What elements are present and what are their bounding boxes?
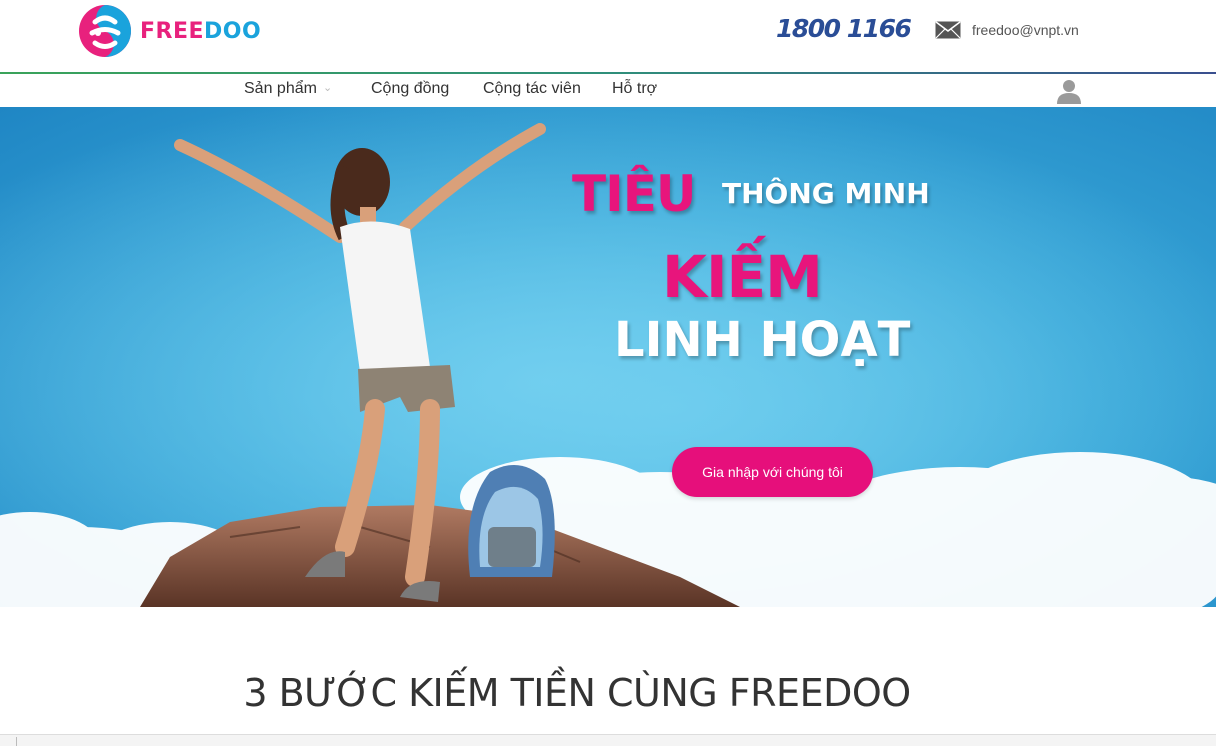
divider [16,737,17,746]
main-nav: Sản phẩm ⌄ Cộng đồng Cộng tác viên Hỗ trợ [0,74,1216,107]
nav-item-collaborators[interactable]: Cộng tác viên [483,80,581,98]
hero-headline-linh-hoat: LINH HOẠT [614,312,911,368]
hero-headline-kiem: KIẾM [662,243,823,311]
nav-item-support[interactable]: Hỗ trợ [612,80,657,98]
freedoo-logo-icon [79,5,131,57]
hero-headline-thong-minh: THÔNG MINH [722,177,930,210]
nav-item-label: Sản phẩm [244,80,317,97]
join-us-button[interactable]: Gia nhập với chúng tôi [672,447,873,497]
envelope-icon [935,21,961,39]
hotline-number[interactable]: 1800 1166 [776,14,912,43]
top-header: FREEDOO 1800 1166 freedoo@vnpt.vn [0,0,1216,72]
nav-item-products[interactable]: Sản phẩm ⌄ [244,80,332,98]
contact-email-link[interactable]: freedoo@vnpt.vn [972,22,1079,38]
hero-banner: TIÊU THÔNG MINH KIẾM LINH HOẠT Gia nhập … [0,107,1216,607]
logo-doo-text: DOO [204,18,262,44]
chevron-down-icon: ⌄ [322,82,333,94]
page-bottom-strip [0,734,1216,746]
logo-free-text: FREE [140,18,205,44]
nav-item-community[interactable]: Cộng đồng [371,80,449,98]
section-title: 3 BƯỚC KIẾM TIỀN CÙNG FREEDOO [243,671,911,715]
freedoo-logo[interactable]: FREEDOO [78,4,261,58]
logo-wordmark: FREEDOO [140,19,261,44]
hero-headline-tieu: TIÊU [572,165,696,223]
user-icon[interactable] [1056,78,1082,104]
